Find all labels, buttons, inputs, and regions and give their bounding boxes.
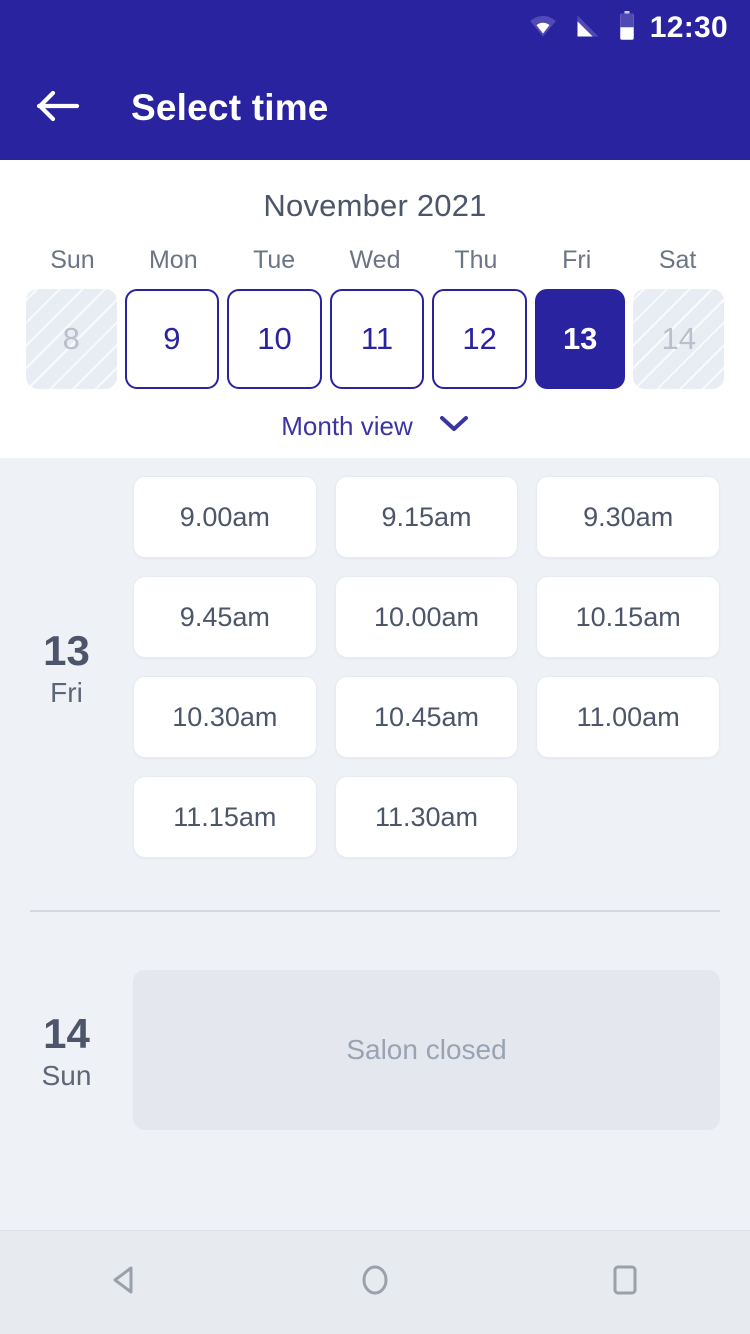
weekday-label: Wed xyxy=(349,246,401,274)
battery-icon xyxy=(618,10,636,46)
calendar-day-8: 8 xyxy=(26,289,117,389)
schedule-day-name: Sun xyxy=(41,1060,92,1092)
status-bar: 12:30 xyxy=(0,0,750,56)
month-view-label: Month view xyxy=(281,411,413,441)
time-slot[interactable]: 10.00am xyxy=(334,576,519,658)
nav-home-button[interactable] xyxy=(320,1231,430,1334)
weekday-label: Mon xyxy=(148,246,198,274)
schedule-day-name: Fri xyxy=(50,677,83,709)
chevron-down-icon xyxy=(439,415,469,438)
arrow-left-icon xyxy=(36,89,81,128)
time-slot[interactable]: 11.30am xyxy=(334,776,519,858)
time-slot[interactable]: 11.15am xyxy=(133,776,317,858)
schedule-day-number: 13 xyxy=(43,626,90,674)
time-slot[interactable]: 9.45am xyxy=(133,576,317,658)
weekday-label: Fri xyxy=(562,246,592,274)
time-slot-grid: 9.00am 9.15am 9.30am 9.45am 10.00am 10.1… xyxy=(133,476,720,858)
app-bar: Select time xyxy=(0,56,750,160)
nav-home-icon xyxy=(355,1260,395,1305)
wifi-icon xyxy=(528,11,558,46)
salon-closed-notice: Salon closed xyxy=(133,970,720,1130)
weekday-label: Tue xyxy=(253,246,296,274)
schedule-day-label: 13 Fri xyxy=(0,476,133,858)
schedule-day-label: 14 Sun xyxy=(0,970,133,1130)
time-slot[interactable]: 10.45am xyxy=(334,676,519,758)
calendar-panel: November 2021 Sun Mon Tue Wed Thu Fri Sa… xyxy=(0,160,750,458)
nav-recents-icon xyxy=(605,1260,645,1305)
status-icons xyxy=(528,10,636,46)
signal-icon xyxy=(574,12,602,45)
time-slot[interactable]: 9.15am xyxy=(334,476,519,558)
schedule-day-number: 14 xyxy=(43,1009,90,1057)
calendar-day-12[interactable]: 12 xyxy=(432,289,527,389)
calendar-day-9[interactable]: 9 xyxy=(124,289,220,389)
time-slot[interactable]: 9.00am xyxy=(133,476,317,558)
schedule-day-group-14: 14 Sun Salon closed xyxy=(0,970,750,1130)
app-screen: 12:30 Select time November 2021 Sun Mon … xyxy=(0,0,750,1334)
weekday-label: Sun xyxy=(50,246,95,274)
nav-recents-button[interactable] xyxy=(570,1231,680,1334)
schedule-day-group-13: 13 Fri 9.00am 9.15am 9.30am 9.45am 10.00… xyxy=(0,476,750,858)
calendar-day-14: 14 xyxy=(633,289,725,389)
weekday-header-row: Sun Mon Tue Wed Thu Fri Sat xyxy=(0,246,750,275)
schedule-list: 13 Fri 9.00am 9.15am 9.30am 9.45am 10.00… xyxy=(0,458,750,1230)
schedule-divider xyxy=(30,910,720,912)
time-slot[interactable]: 10.15am xyxy=(536,576,720,658)
android-nav-bar xyxy=(0,1230,750,1334)
calendar-day-13[interactable]: 13 xyxy=(534,289,626,389)
month-view-toggle[interactable]: Month view xyxy=(0,411,750,442)
back-button[interactable] xyxy=(34,83,84,133)
status-clock: 12:30 xyxy=(649,11,728,44)
time-slot[interactable]: 11.00am xyxy=(536,676,720,758)
calendar-day-11[interactable]: 11 xyxy=(329,289,425,389)
nav-back-icon xyxy=(105,1260,145,1305)
calendar-month-title: November 2021 xyxy=(263,188,487,223)
time-slot[interactable]: 10.30am xyxy=(133,676,317,758)
calendar-day-10[interactable]: 10 xyxy=(227,289,322,389)
weekday-label: Thu xyxy=(454,246,498,274)
time-slot[interactable]: 9.30am xyxy=(536,476,720,558)
nav-back-button[interactable] xyxy=(70,1231,180,1334)
weekday-label: Sat xyxy=(658,246,697,274)
calendar-days-row: 8 9 10 11 12 13 14 xyxy=(0,289,750,389)
page-title: Select time xyxy=(131,87,329,128)
